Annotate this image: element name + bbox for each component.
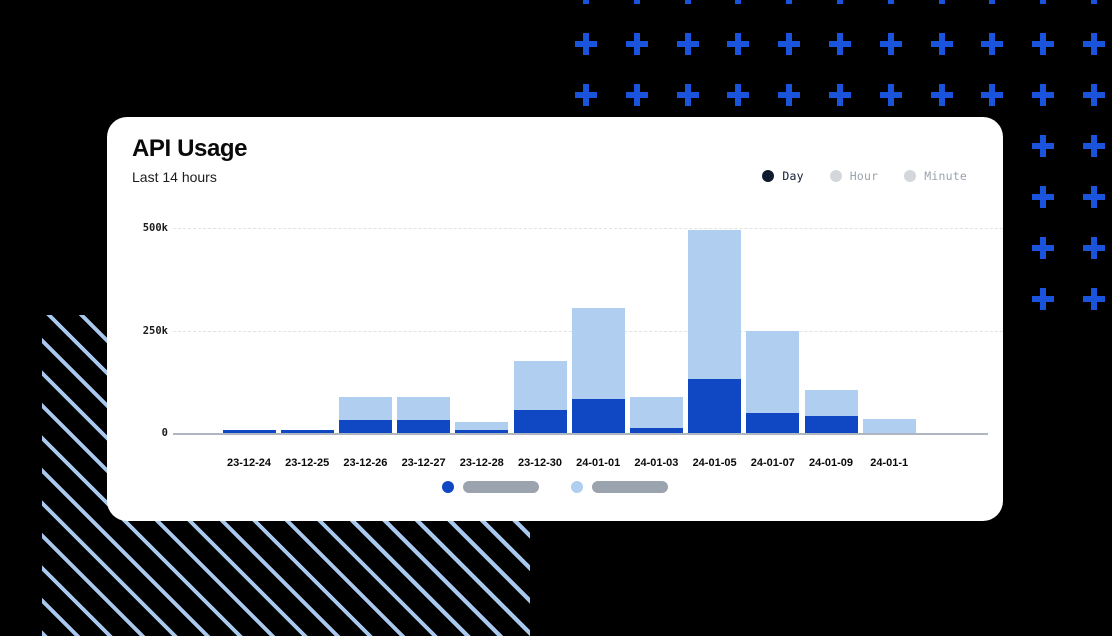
bar-segment-hour xyxy=(629,397,683,429)
plus-icon xyxy=(1083,186,1105,208)
bar-group[interactable] xyxy=(222,429,276,433)
plus-icon xyxy=(1083,84,1105,106)
plus-icon xyxy=(879,33,902,55)
plus-icon xyxy=(1032,135,1055,157)
bar-group[interactable] xyxy=(455,422,509,433)
series-toggle-pill xyxy=(592,481,668,493)
plus-icon xyxy=(829,0,851,4)
bar-segment-hour xyxy=(688,230,742,380)
bar-segment-day xyxy=(571,398,625,433)
bar-segment-day xyxy=(746,413,800,433)
plus-icon xyxy=(778,33,801,55)
plus-icon xyxy=(829,84,851,106)
plus-icon xyxy=(1083,288,1105,310)
plus-icon xyxy=(575,33,597,55)
plus-icon xyxy=(1032,0,1054,4)
bar-group[interactable] xyxy=(804,390,858,433)
plus-icon xyxy=(1083,0,1105,4)
plus-icon xyxy=(575,84,597,106)
series-toggle-1[interactable] xyxy=(442,481,539,493)
x-axis-baseline xyxy=(173,433,988,435)
plus-icon xyxy=(930,33,953,55)
plus-icon xyxy=(625,84,648,106)
bar-series-container xyxy=(173,117,1003,433)
plus-icon xyxy=(625,33,648,55)
bar-segment-hour xyxy=(338,396,392,420)
series-toggle-controls xyxy=(107,481,1003,493)
plus-icon xyxy=(1032,186,1055,208)
bar-group[interactable] xyxy=(513,361,567,433)
y-tick-label: 500k xyxy=(142,222,168,234)
plus-icon xyxy=(778,0,800,4)
plus-icon xyxy=(676,84,699,106)
plus-icon xyxy=(727,0,749,4)
plus-icon xyxy=(879,84,902,106)
plus-icon xyxy=(676,33,699,55)
plus-icon xyxy=(1032,237,1055,259)
plus-icon xyxy=(1083,237,1105,259)
plus-icon xyxy=(1083,135,1105,157)
bar-segment-day xyxy=(397,419,451,433)
plus-icon xyxy=(677,0,699,4)
bar-group[interactable] xyxy=(746,331,800,433)
plus-icon xyxy=(880,0,902,4)
plus-icon xyxy=(930,84,953,106)
bar-group[interactable] xyxy=(629,397,683,433)
plus-icon xyxy=(829,33,851,55)
plus-icon xyxy=(727,33,750,55)
bar-segment-day xyxy=(629,428,683,433)
series-dot-icon xyxy=(571,481,583,493)
plus-icon xyxy=(981,0,1003,4)
plus-icon xyxy=(1032,33,1055,55)
plus-icon xyxy=(931,0,953,4)
plus-icon xyxy=(981,84,1004,106)
plus-icon xyxy=(1083,33,1105,55)
bar-segment-hour xyxy=(804,390,858,416)
bar-group[interactable] xyxy=(688,230,742,433)
bar-segment-hour xyxy=(746,331,800,414)
api-usage-card: API Usage Last 14 hours Day Hour Minute 02… xyxy=(107,117,1003,521)
y-tick-label: 250k xyxy=(142,324,168,337)
plus-icon xyxy=(1032,288,1055,310)
bar-segment-day xyxy=(338,419,392,433)
bar-group[interactable] xyxy=(397,396,451,433)
plus-icon xyxy=(1032,84,1055,106)
plus-icon xyxy=(626,0,648,4)
plus-icon xyxy=(778,84,801,106)
series-dot-icon xyxy=(442,481,454,493)
bar-segment-hour xyxy=(397,396,451,420)
api-usage-chart: 0 250k 500k 23-12-24 23-12-25 23-12-26 23-12-… xyxy=(107,117,1003,521)
bar-segment-hour xyxy=(862,418,916,433)
bar-segment-hour xyxy=(571,307,625,399)
bar-segment-day xyxy=(804,415,858,433)
bar-group[interactable] xyxy=(862,418,916,433)
series-toggle-pill xyxy=(463,481,539,493)
bar-segment-hour xyxy=(455,422,509,430)
x-tick-label: 24-01-1 xyxy=(870,457,909,469)
bar-group[interactable] xyxy=(571,307,625,433)
bar-segment-day xyxy=(222,429,276,433)
bar-segment-hour xyxy=(513,361,567,410)
bar-group[interactable] xyxy=(338,396,392,433)
bar-segment-day xyxy=(280,429,334,433)
plus-icon xyxy=(727,84,750,106)
y-tick-label: 0 xyxy=(161,427,168,439)
plus-icon xyxy=(575,0,597,4)
bar-segment-day xyxy=(688,379,742,433)
bar-segment-day xyxy=(513,409,567,433)
bar-segment-day xyxy=(455,429,509,433)
bar-group[interactable] xyxy=(280,429,334,433)
series-toggle-2[interactable] xyxy=(571,481,668,493)
plus-icon xyxy=(981,33,1004,55)
